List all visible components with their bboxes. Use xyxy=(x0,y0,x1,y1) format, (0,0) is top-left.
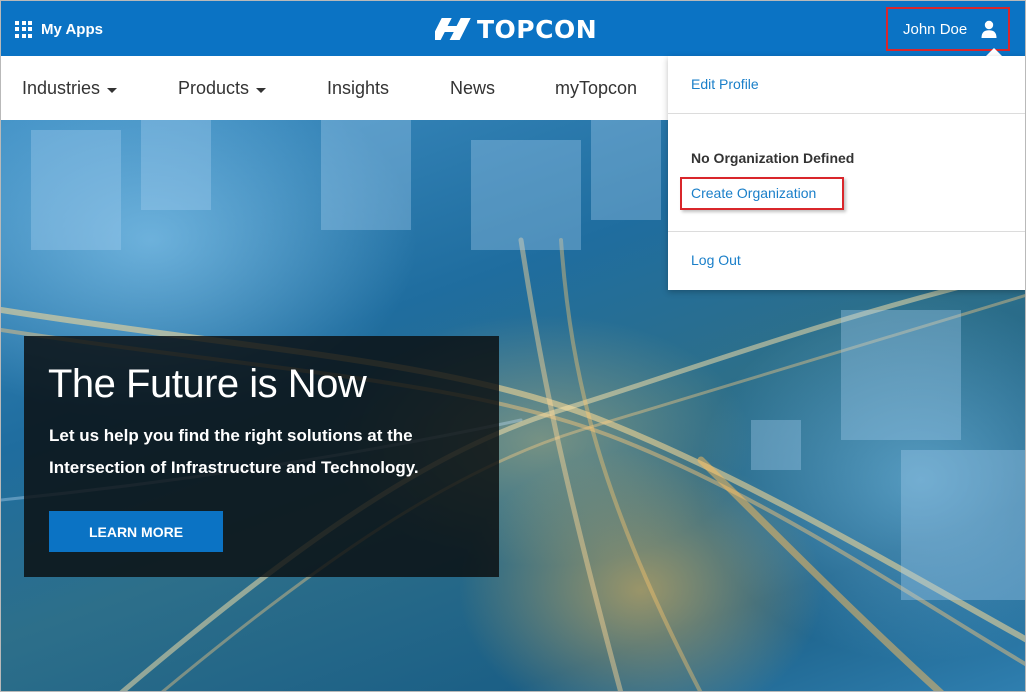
nav-item-label: myTopcon xyxy=(555,78,638,98)
logo-text: TOPCON xyxy=(477,14,598,44)
nav-item-news[interactable]: News xyxy=(450,78,495,99)
nav-item-products[interactable]: Products xyxy=(178,78,267,99)
organization-heading: No Organization Defined xyxy=(691,150,855,166)
topcon-logo-icon xyxy=(435,18,471,40)
nav-item-label: Insights xyxy=(327,78,390,98)
nav-item-industries[interactable]: Industries xyxy=(22,78,118,99)
grid-icon xyxy=(15,20,32,38)
nav-item-label: News xyxy=(450,78,496,98)
edit-profile-link[interactable]: Edit Profile xyxy=(691,76,759,92)
chevron-down-icon xyxy=(256,87,267,93)
nav-item-insights[interactable]: Insights xyxy=(327,78,389,99)
hero-subtitle: Let us help you find the right solutions… xyxy=(49,426,419,477)
nav-item-mytopcon[interactable]: myTopcon xyxy=(555,78,637,99)
log-out-link[interactable]: Log Out xyxy=(691,252,741,268)
menu-divider xyxy=(668,231,1025,232)
user-dropdown-menu: Edit Profile No Organization Defined Cre… xyxy=(668,56,1025,290)
nav-item-label: Industries xyxy=(22,78,101,98)
learn-more-button[interactable]: LEARN MORE xyxy=(49,511,223,552)
my-apps-button[interactable]: My Apps xyxy=(15,17,103,41)
user-icon xyxy=(981,20,997,38)
hero-title: The Future is Now xyxy=(48,362,367,406)
chevron-down-icon xyxy=(107,87,118,93)
browser-frame: My Apps TOPCON John Doe Industries Produ… xyxy=(0,0,1026,692)
hero-text-panel: The Future is Now Let us help you find t… xyxy=(24,336,499,577)
nav-item-label: Products xyxy=(178,78,250,98)
menu-divider xyxy=(668,113,1025,114)
user-menu-button[interactable]: John Doe xyxy=(886,7,1010,51)
user-name: John Doe xyxy=(903,20,968,38)
create-organization-link[interactable]: Create Organization xyxy=(691,185,816,201)
topcon-logo[interactable]: TOPCON xyxy=(435,14,598,44)
top-bar: My Apps TOPCON John Doe xyxy=(1,1,1025,56)
my-apps-label: My Apps xyxy=(41,20,103,38)
